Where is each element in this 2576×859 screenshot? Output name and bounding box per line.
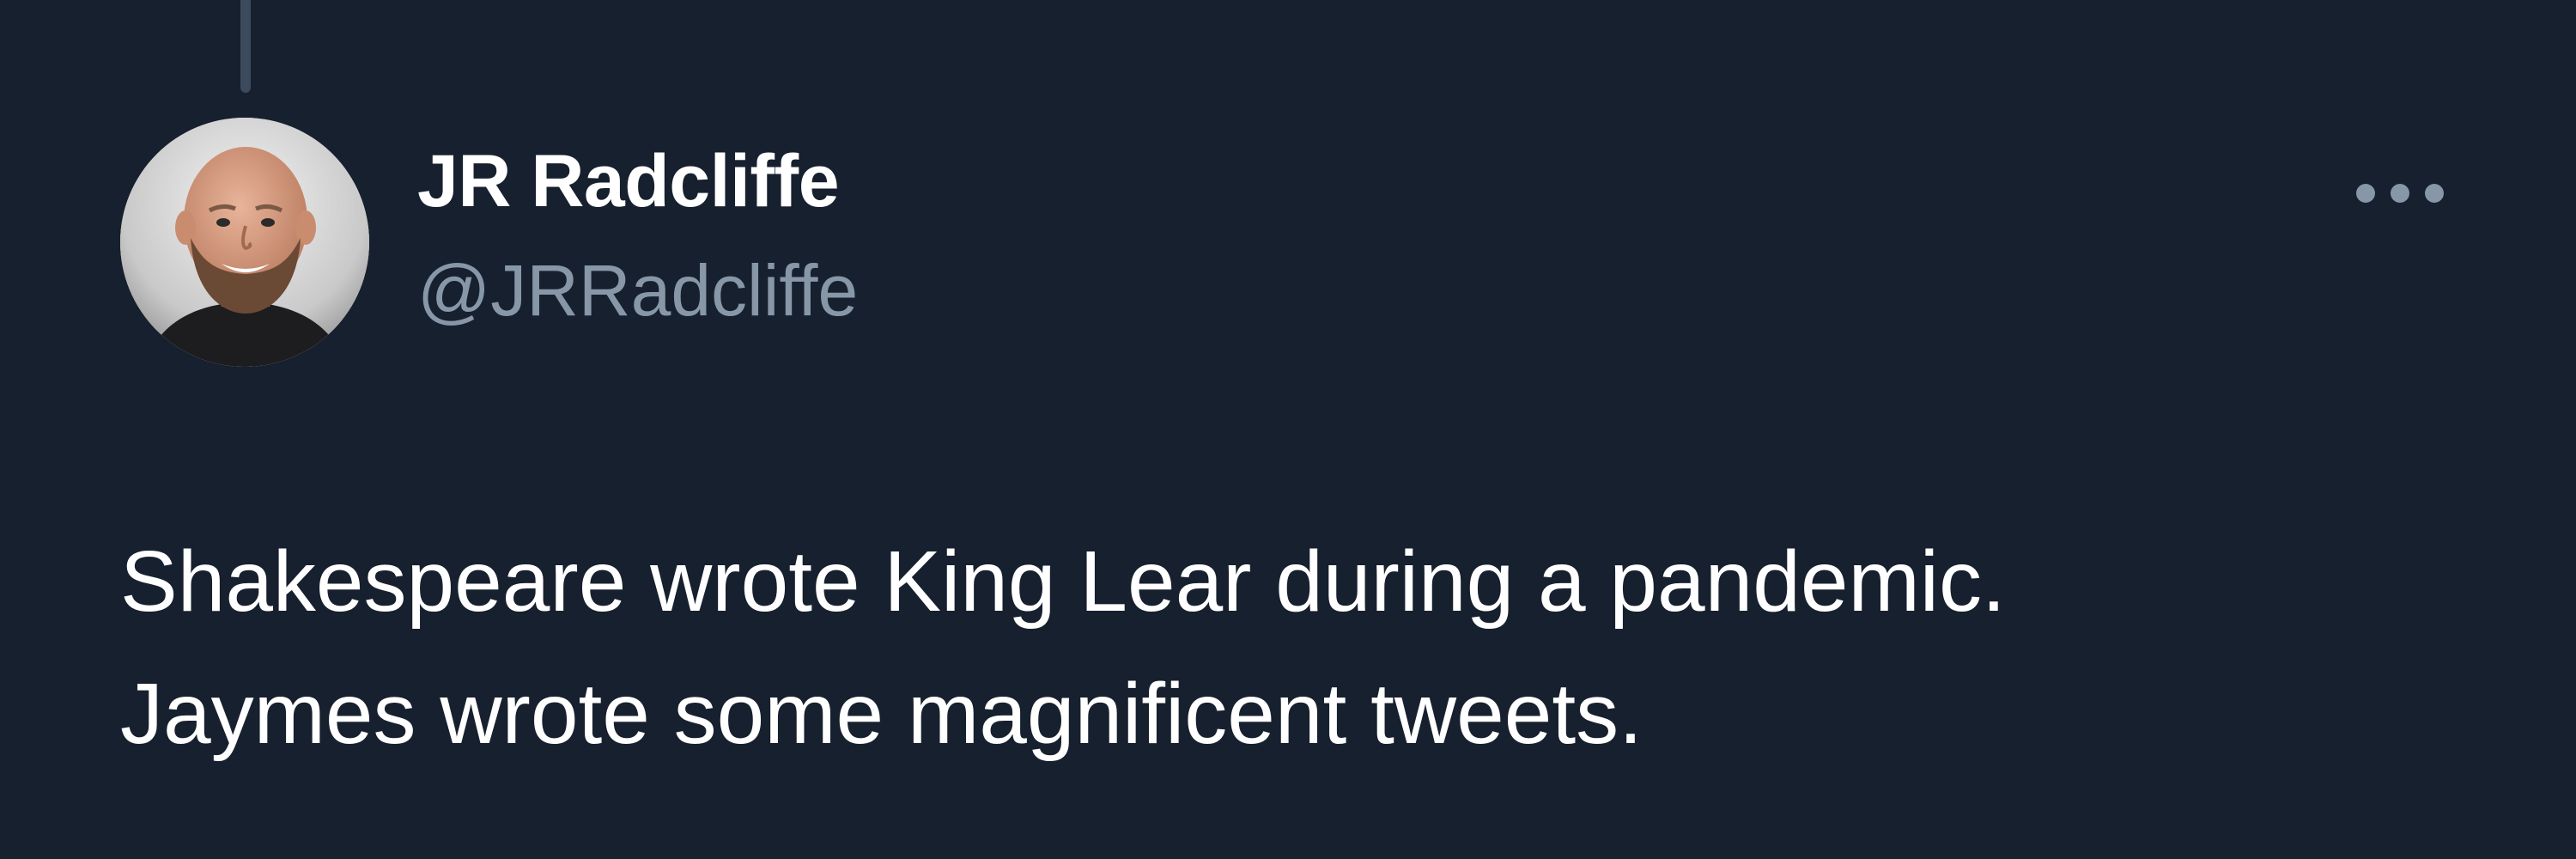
tweet-text-line: Jaymes wrote some magnificent tweets. [120, 666, 1643, 762]
author-handle[interactable]: @JRRadcliffe [417, 254, 858, 326]
tweet-text-line: Shakespeare wrote King Lear during a pan… [120, 533, 2006, 630]
avatar[interactable] [120, 118, 369, 367]
profile-photo-icon [120, 118, 369, 367]
thread-connector-line [240, 0, 251, 93]
more-horizontal-icon [2356, 184, 2444, 203]
author-display-name[interactable]: JR Radcliffe [417, 144, 840, 218]
more-options-button[interactable] [2344, 163, 2456, 223]
tweet-text: Shakespeare wrote King Lear during a pan… [120, 515, 2439, 780]
